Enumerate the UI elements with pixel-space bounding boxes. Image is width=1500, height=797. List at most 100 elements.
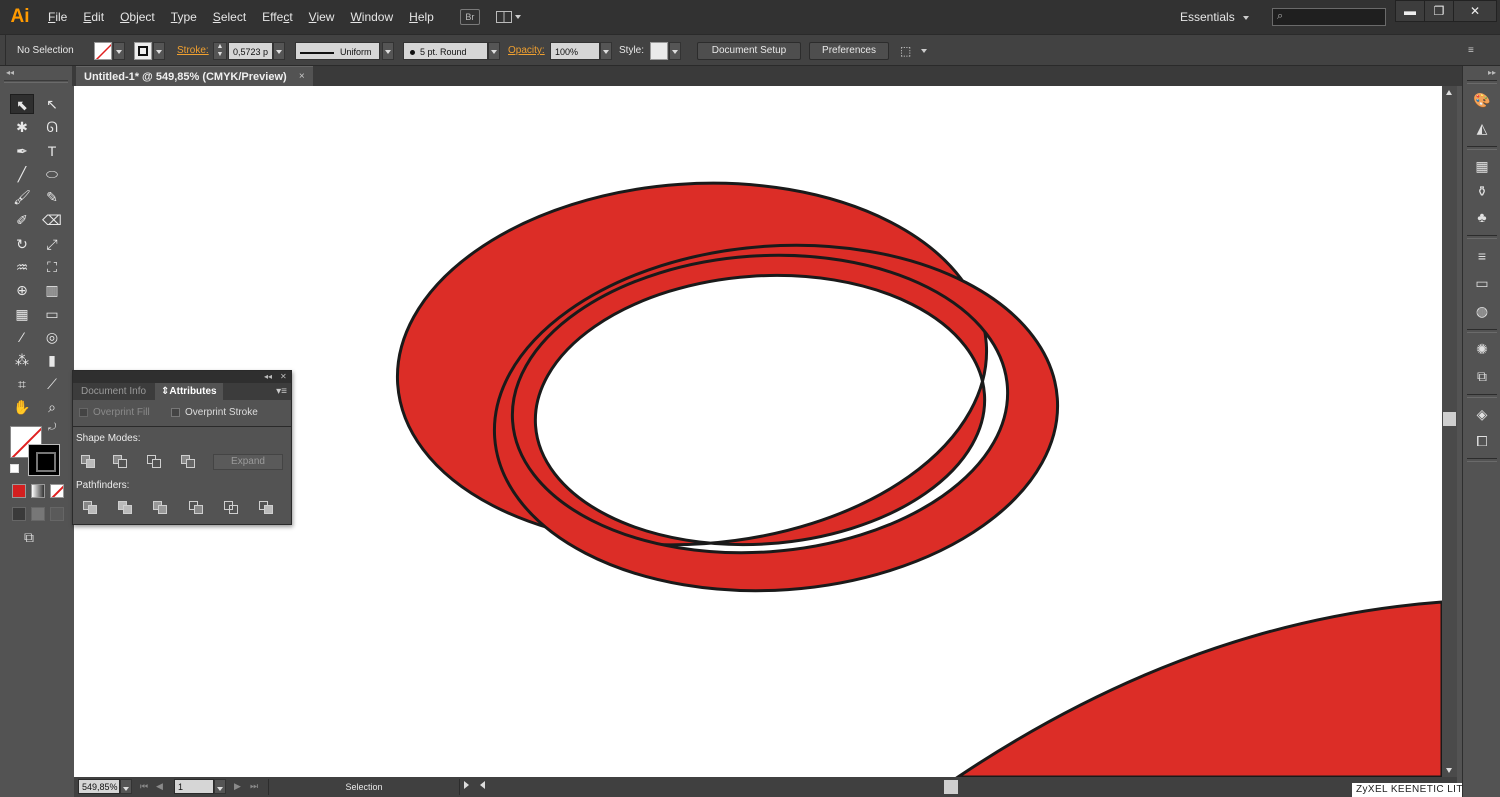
preferences-button[interactable]: Preferences (809, 42, 889, 60)
gradient-icon[interactable]: ▭ (40, 304, 64, 324)
overprint-fill-option[interactable]: Overprint Fill (79, 407, 150, 419)
brush-definition[interactable]: 5 pt. Round (403, 42, 488, 60)
perspective-grid-icon[interactable]: ▥ (40, 280, 64, 300)
stroke-weight-stepper[interactable]: ▲ ▼ (213, 42, 227, 60)
gradient-panel-icon[interactable]: ▭ (1471, 273, 1493, 293)
artboard-number-field[interactable]: 1 (174, 779, 214, 794)
opacity-label[interactable]: Opacity: (508, 42, 545, 60)
panel-menu-icon[interactable]: ▾≡ (276, 383, 287, 400)
expand-panels-icon[interactable]: ▸▸ (1488, 68, 1496, 77)
pencil-icon[interactable]: ✎ (40, 187, 64, 207)
close-document-icon[interactable]: × (299, 67, 305, 87)
stroke-weight-dropdown[interactable] (273, 42, 285, 60)
merge-icon[interactable] (153, 501, 169, 515)
control-bar-grip[interactable] (0, 35, 6, 65)
free-transform-icon[interactable]: ⛶ (40, 257, 64, 277)
zoom-icon[interactable]: ⌕ (40, 397, 64, 417)
collapse-panel-icon[interactable]: ◂◂ (6, 68, 14, 77)
stroke-color-swatch[interactable] (134, 42, 152, 60)
appearance-icon[interactable]: ✺ (1471, 339, 1493, 359)
unite-icon[interactable] (81, 455, 97, 469)
symbols-icon[interactable]: ♣ (1471, 207, 1493, 227)
default-fill-stroke-icon[interactable] (10, 464, 19, 473)
outline-icon[interactable] (224, 501, 240, 515)
menu-effect[interactable]: Effect (254, 0, 300, 34)
blob-brush-icon[interactable]: ✐ (10, 210, 34, 230)
next-artboard-icon[interactable]: ▶ (234, 779, 241, 794)
fill-dropdown[interactable] (113, 42, 125, 60)
screen-mode-icon[interactable]: ⧉ (24, 529, 46, 545)
minimize-button[interactable]: ▬ (1395, 0, 1425, 22)
direct-selection-icon[interactable]: ↖ (40, 94, 64, 114)
menu-type[interactable]: Type (163, 0, 205, 34)
chevron-down-icon[interactable] (921, 49, 927, 53)
draw-normal-icon[interactable] (12, 507, 26, 521)
line-segment-icon[interactable]: ╱ (10, 164, 34, 184)
shape-builder-icon[interactable]: ⊕ (10, 280, 34, 300)
swap-fill-stroke-icon[interactable]: ⤾ (48, 422, 56, 433)
stroke-weight-field[interactable]: 0,5723 p (228, 42, 273, 60)
help-search-input[interactable]: ⌕ (1272, 8, 1386, 26)
dock-grip[interactable] (1467, 80, 1497, 84)
fill-color-swatch[interactable] (94, 42, 112, 60)
variable-width-profile[interactable]: Uniform (295, 42, 380, 60)
swatches-icon[interactable]: ▦ (1471, 156, 1493, 176)
scroll-up-icon[interactable] (1446, 90, 1452, 95)
mesh-icon[interactable]: ▦ (10, 304, 34, 324)
overprint-stroke-checkbox[interactable] (171, 407, 180, 417)
brush-dropdown[interactable] (488, 42, 500, 60)
horizontal-scroll-thumb[interactable] (944, 780, 958, 794)
stroke-swatch[interactable] (28, 444, 60, 476)
ellipse-icon[interactable]: ⬭ (40, 164, 64, 184)
minus-back-icon[interactable] (259, 501, 275, 515)
eyedropper-icon[interactable]: ⁄ (10, 327, 34, 347)
ellipse-ring-left[interactable] (395, 181, 989, 547)
stroke-dropdown[interactable] (153, 42, 165, 60)
divide-icon[interactable] (83, 501, 99, 515)
arrange-documents-button[interactable] (495, 9, 524, 25)
artboards-icon[interactable]: ⧠ (1471, 431, 1493, 451)
magic-wand-icon[interactable]: ✱ (10, 117, 34, 137)
status-menu-icon[interactable] (464, 781, 469, 789)
graphic-styles-icon[interactable]: ⧉ (1471, 366, 1493, 386)
scroll-down-icon[interactable] (1446, 768, 1452, 773)
menu-select[interactable]: Select (205, 0, 254, 34)
gradient-mode-icon[interactable] (31, 484, 45, 498)
selection-icon[interactable]: ⬉ (10, 94, 34, 114)
overprint-stroke-option[interactable]: Overprint Stroke (171, 407, 258, 419)
column-graph-icon[interactable]: ▮ (40, 350, 64, 370)
lasso-icon[interactable]: ᘏ (40, 117, 64, 137)
menu-window[interactable]: Window (342, 0, 401, 34)
align-options-icon[interactable]: ⬚ (900, 42, 911, 60)
symbol-sprayer-icon[interactable]: ⁂ (10, 350, 34, 370)
draw-inside-icon[interactable] (50, 507, 64, 521)
zoom-dropdown[interactable] (120, 779, 132, 794)
draw-behind-icon[interactable] (31, 507, 45, 521)
workspace-switcher[interactable]: Essentials (1180, 0, 1249, 34)
last-artboard-icon[interactable]: ⏭ (250, 779, 258, 794)
warp-icon[interactable]: ♒ (10, 257, 34, 277)
intersect-icon[interactable] (147, 455, 163, 469)
pen-icon[interactable]: ✒ (10, 141, 34, 161)
graphic-style-swatch[interactable] (650, 42, 668, 60)
brushes-icon[interactable]: ⚱ (1471, 181, 1493, 201)
minus-front-icon[interactable] (113, 455, 129, 469)
zoom-level-field[interactable]: 549,85% (78, 779, 120, 794)
expand-button[interactable]: Expand (213, 454, 283, 470)
transparency-icon[interactable]: ◍ (1471, 301, 1493, 321)
overprint-fill-checkbox[interactable] (79, 407, 88, 417)
paintbrush-icon[interactable]: 🖌 (10, 187, 34, 207)
first-artboard-icon[interactable]: ⏮ (140, 779, 148, 794)
current-tool-status[interactable]: Selection (268, 779, 460, 795)
document-setup-button[interactable]: Document Setup (697, 42, 801, 60)
document-tab[interactable]: Untitled-1* @ 549,85% (CMYK/Preview) × (76, 66, 313, 86)
style-dropdown[interactable] (669, 42, 681, 60)
exclude-icon[interactable] (181, 455, 197, 469)
tab-document-info[interactable]: Document Info (75, 383, 152, 400)
menu-file[interactable]: File (40, 0, 75, 34)
collapse-icon[interactable]: ◂◂ (264, 371, 272, 383)
blend-icon[interactable]: ◎ (40, 327, 64, 347)
crop-icon[interactable] (189, 501, 205, 515)
scale-icon[interactable]: ⤢ (40, 234, 64, 254)
hand-icon[interactable]: ✋ (10, 397, 34, 417)
